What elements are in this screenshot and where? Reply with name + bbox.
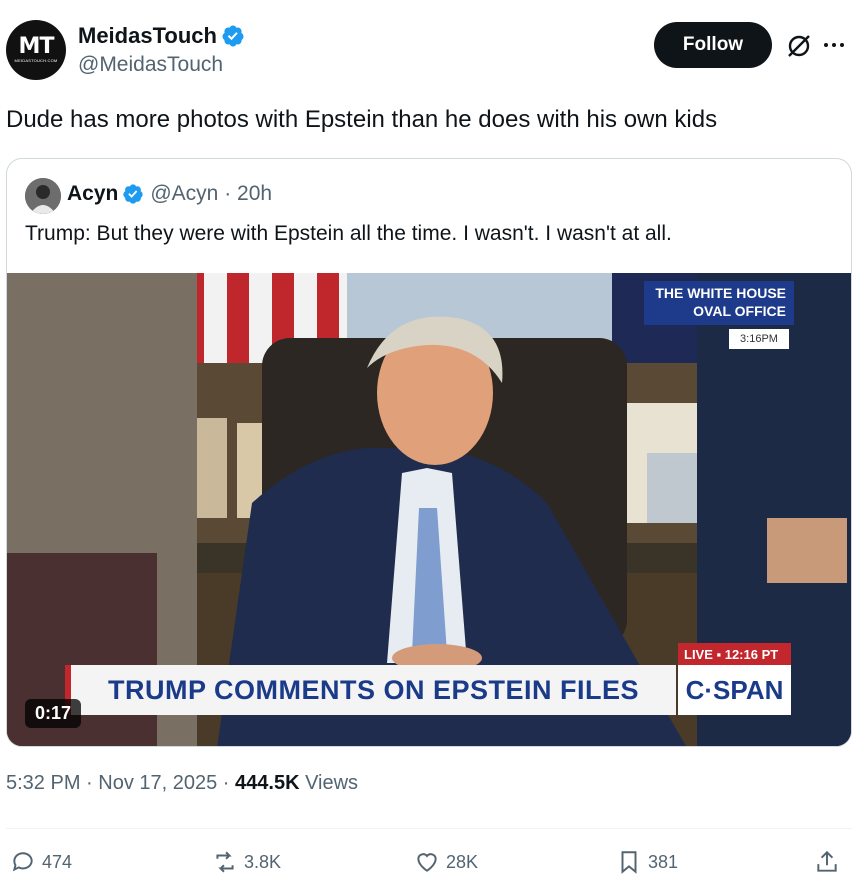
repost-button[interactable]: 3.8K [212,844,281,880]
white-house-badge: THE WHITE HOUSE OVAL OFFICE [644,281,794,325]
tweet-text: Dude has more photos with Epstein than h… [6,106,718,133]
share-button[interactable] [814,844,846,880]
lower-third-text: TRUMP COMMENTS ON EPSTEIN FILES [107,674,640,705]
avatar-logo-text: MT [18,34,55,59]
live-badge: LIVE ▪ 12:16 PT [678,643,791,665]
repost-icon [216,851,234,873]
author-display-name[interactable]: MeidasTouch [78,22,217,50]
more-options-icon[interactable] [824,38,852,52]
reply-icon [12,852,33,872]
bookmark-button[interactable]: 381 [616,844,678,880]
badge-line-2: OVAL OFFICE [693,303,786,319]
author-avatar[interactable]: MT MEIDASTOUCH.COM [6,20,66,80]
author-name-row[interactable]: MeidasTouch [78,22,245,50]
quoted-handle-time: @Acyn · 20h [150,182,273,205]
video-player[interactable]: THE WHITE HOUSE OVAL OFFICE 3:16PM TRUMP… [7,273,851,746]
bookmark-icon [621,851,637,874]
badge-time: 3:16PM [729,329,789,349]
tweet-timestamp[interactable]: 5:32 PM · Nov 17, 2025 · [6,772,235,794]
views-count: 444.5K [235,772,300,794]
grok-icon[interactable] [785,32,813,60]
cspan-logo: C·SPAN [678,665,791,715]
like-button[interactable]: 28K [414,844,478,880]
tweet-meta: 5:32 PM · Nov 17, 2025 · 444.5K Views [6,772,358,795]
heart-icon [417,853,437,872]
reply-count: 474 [42,851,73,872]
lower-third-banner: TRUMP COMMENTS ON EPSTEIN FILES [65,665,676,715]
views-label: Views [299,772,359,794]
bookmark-count: 381 [648,851,679,872]
share-icon [817,850,837,872]
quoted-display-name[interactable]: Acyn [67,180,118,208]
quoted-author-avatar[interactable] [25,178,61,214]
badge-line-1: THE WHITE HOUSE [655,285,786,301]
quoted-name-row: Acyn @Acyn · 20h [67,180,272,208]
tweet-header: MT MEIDASTOUCH.COM MeidasTouch @MeidasTo… [0,0,868,96]
quoted-text: Trump: But they were with Epstein all th… [25,222,672,245]
divider [6,828,852,829]
action-bar: 474 3.8K 28K 381 [0,844,868,880]
quoted-tweet[interactable]: Acyn @Acyn · 20h Trump: But they were wi… [6,158,852,747]
avatar-logo-subtext: MEIDASTOUCH.COM [14,58,58,63]
reply-button[interactable]: 474 [10,844,72,880]
repost-count: 3.8K [244,851,282,872]
author-handle[interactable]: @MeidasTouch [78,53,223,77]
video-duration: 0:17 [25,699,82,728]
follow-button[interactable]: Follow [654,22,772,68]
verified-badge-icon [123,184,143,204]
like-count: 28K [446,851,479,872]
verified-badge-icon [222,25,244,47]
